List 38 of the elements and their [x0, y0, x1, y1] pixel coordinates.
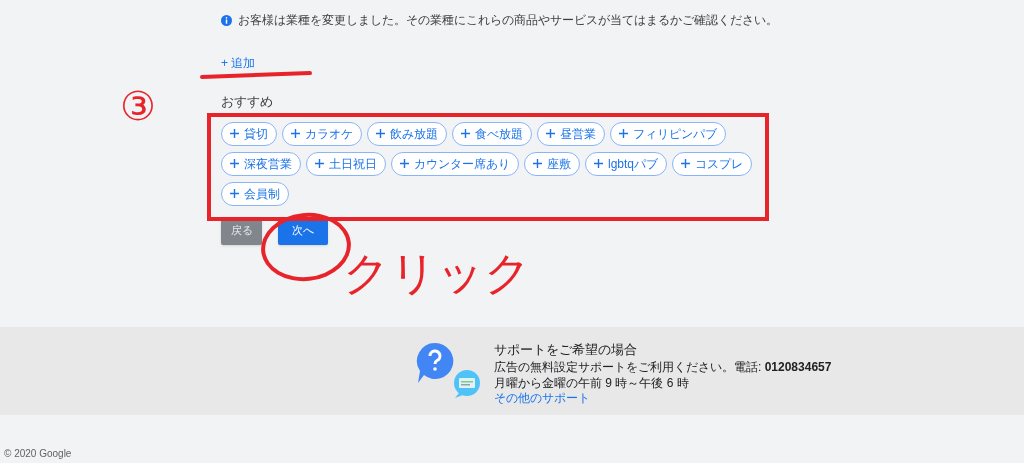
plus-icon	[594, 159, 603, 168]
info-message: お客様は業種を変更しました。その業種にこれらの商品やサービスが当てはまるかご確認ください。	[238, 12, 778, 29]
plus-icon	[681, 159, 691, 168]
suggestion-chip[interactable]: 深夜営業	[221, 151, 301, 176]
suggestion-chip[interactable]: 食べ放題	[452, 121, 532, 146]
suggestion-chip[interactable]: カウンター席あり	[391, 151, 519, 176]
step-mark: ③	[120, 83, 156, 130]
plus-icon	[230, 159, 239, 168]
support-title: サポートをご希望の場合	[494, 341, 638, 359]
support-text: 月曜から金曜の午前 9 時～午後 6 時	[494, 375, 690, 391]
plus-icon	[291, 129, 300, 138]
plus-icon	[461, 129, 470, 138]
add-link[interactable]: + 追加	[221, 54, 256, 72]
suggestion-chip[interactable]: 座敷	[524, 151, 580, 176]
support-text: 広告の無料設定サポートをご利用ください。電話: 0120834657	[494, 359, 832, 375]
suggestion-chip[interactable]: コスプレ	[672, 151, 753, 176]
help-chat-icon	[415, 341, 481, 399]
suggestion-chip[interactable]: カラオケ	[282, 121, 362, 146]
section-title: おすすめ	[221, 93, 274, 111]
click-label: クリック	[343, 246, 531, 301]
suggestion-chip[interactable]: 飲み放題	[367, 121, 447, 146]
suggestion-chip[interactable]: 貸切	[221, 121, 277, 146]
plus-icon	[315, 159, 324, 168]
copyright-text: © 2020 Google	[4, 447, 72, 461]
plus-icon	[400, 159, 409, 168]
plus-icon	[376, 129, 385, 138]
suggestion-chip[interactable]: lgbtqパブ	[585, 151, 668, 176]
suggestion-chip[interactable]: 昼営業	[537, 121, 605, 146]
plus-icon	[546, 129, 555, 138]
suggestion-chip[interactable]: フィリピンパブ	[610, 121, 726, 146]
suggestion-chip[interactable]: 土日祝日	[306, 151, 386, 176]
suggestion-chip[interactable]: 会員制	[221, 181, 289, 206]
plus-icon	[230, 129, 239, 138]
plus-icon	[230, 189, 239, 198]
plus-icon	[533, 159, 542, 168]
plus-icon	[619, 129, 628, 138]
info-icon	[221, 14, 232, 26]
support-link[interactable]: その他のサポート	[494, 391, 590, 406]
